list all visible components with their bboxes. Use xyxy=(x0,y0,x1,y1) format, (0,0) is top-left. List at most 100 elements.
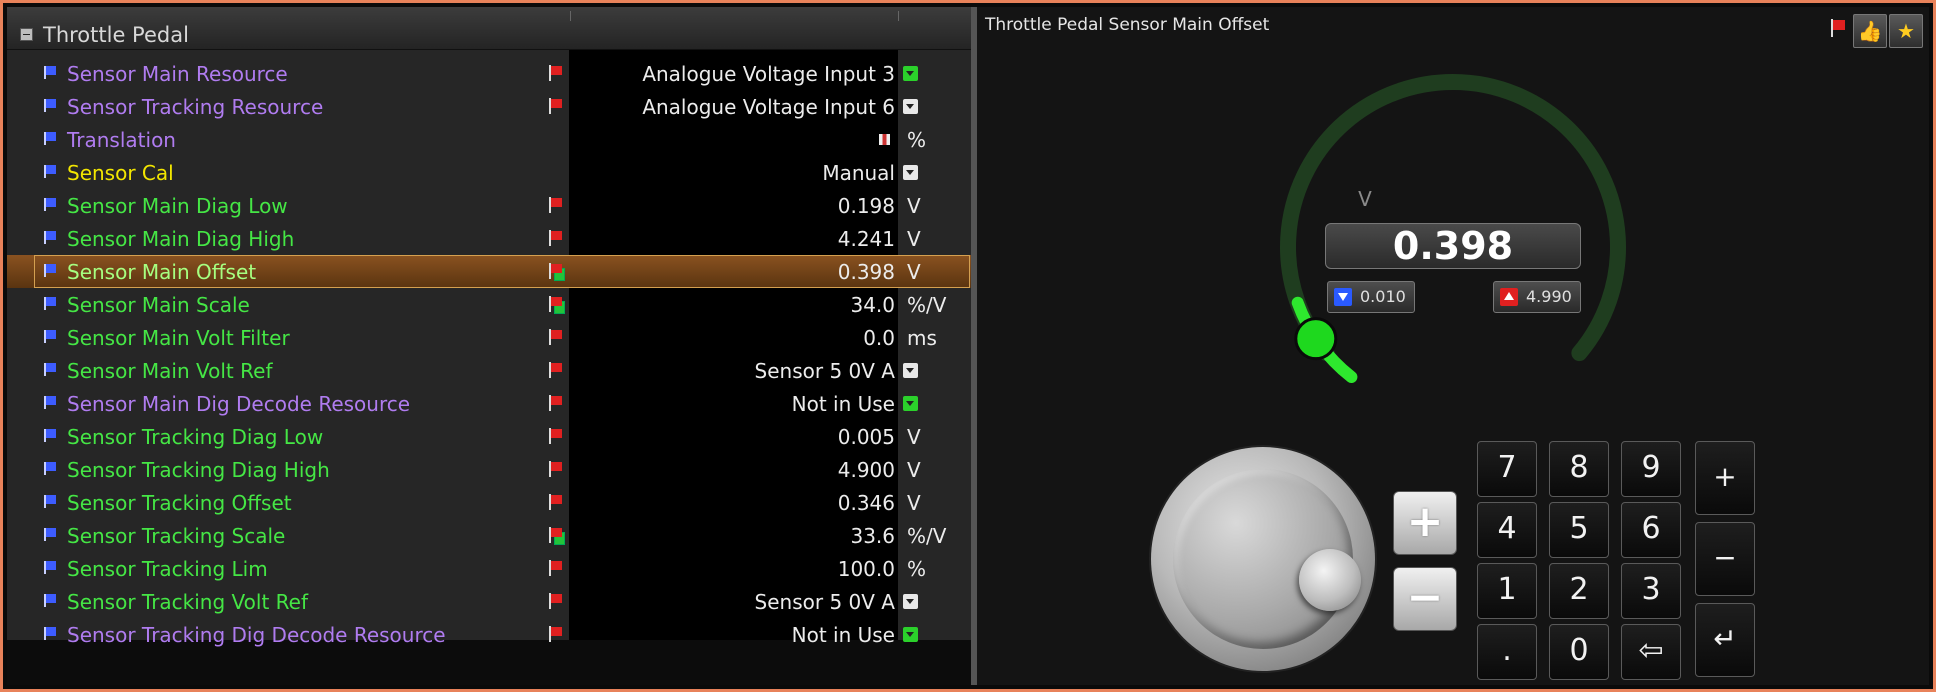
parameter-name: Sensor Tracking Dig Decode Resource xyxy=(67,623,446,647)
parameter-name: Sensor Tracking Offset xyxy=(67,491,292,515)
dropdown-arrow-icon[interactable] xyxy=(903,363,918,378)
max-limit[interactable]: 4.990 xyxy=(1493,281,1581,313)
parameter-value[interactable]: 0.0 xyxy=(863,326,895,350)
parameter-value[interactable]: Sensor 5 0V A xyxy=(755,359,895,383)
parameter-row[interactable]: Sensor Tracking Volt Ref Sensor 5 0V A xyxy=(7,585,971,618)
flag-lock-icon[interactable] xyxy=(549,296,565,314)
flag-icon[interactable] xyxy=(549,428,563,444)
dropdown-arrow-icon[interactable] xyxy=(903,594,918,609)
digit-key-0[interactable]: 0 xyxy=(1549,624,1609,680)
column-separator[interactable] xyxy=(570,11,571,21)
parameter-icon xyxy=(44,66,56,79)
min-arrow-icon xyxy=(1334,288,1352,306)
digit-key-6[interactable]: 6 xyxy=(1621,502,1681,558)
parameter-value[interactable]: 33.6 xyxy=(850,524,895,548)
parameter-row[interactable]: Translation% xyxy=(7,123,971,156)
parameter-value[interactable]: 100.0 xyxy=(838,557,895,581)
dropdown-arrow-icon[interactable] xyxy=(903,66,918,81)
digit-key-3[interactable]: 3 xyxy=(1621,563,1681,619)
parameter-value[interactable]: 4.241 xyxy=(838,227,895,251)
parameter-value[interactable]: 0.398 xyxy=(838,260,895,284)
keypad-minus-key[interactable]: − xyxy=(1695,522,1755,596)
parameter-value[interactable]: Not in Use xyxy=(792,392,895,416)
digit-key-5[interactable]: 5 xyxy=(1549,502,1609,558)
parameter-row[interactable]: Sensor Tracking Lim 100.0% xyxy=(7,552,971,585)
backspace-key[interactable]: ⇦ xyxy=(1621,624,1681,680)
flag-icon[interactable] xyxy=(549,560,563,576)
parameter-value[interactable]: 0.346 xyxy=(838,491,895,515)
dropdown-arrow-icon[interactable] xyxy=(903,99,918,114)
parameter-value[interactable]: 4.900 xyxy=(838,458,895,482)
parameter-row[interactable]: Sensor Tracking Resource Analogue Voltage… xyxy=(7,90,971,123)
parameter-row[interactable]: Sensor Main Dig Decode Resource Not in Us… xyxy=(7,387,971,420)
dropdown-arrow-icon[interactable] xyxy=(903,165,918,180)
parameter-row[interactable]: Sensor Tracking Offset 0.346 V xyxy=(7,486,971,519)
flag-icon[interactable] xyxy=(549,494,563,510)
digit-key-2[interactable]: 2 xyxy=(1549,563,1609,619)
parameter-row[interactable]: Sensor Cal Manual xyxy=(7,156,971,189)
tree-group-header[interactable]: Throttle Pedal xyxy=(7,7,971,50)
parameter-value[interactable]: Sensor 5 0V A xyxy=(755,590,895,614)
max-value: 4.990 xyxy=(1526,287,1572,306)
parameter-value[interactable]: 34.0 xyxy=(850,293,895,317)
column-separator[interactable] xyxy=(898,11,899,21)
decrement-button[interactable]: − xyxy=(1393,567,1457,631)
parameter-row[interactable]: Sensor Main Volt Ref Sensor 5 0V A xyxy=(7,354,971,387)
flag-icon[interactable] xyxy=(549,329,563,345)
parameter-icon xyxy=(44,561,56,574)
decimal-key[interactable]: . xyxy=(1477,624,1537,680)
keypad-plus-key[interactable]: + xyxy=(1695,441,1755,515)
flag-icon[interactable] xyxy=(549,626,563,642)
value-display[interactable]: 0.398 xyxy=(1325,223,1581,269)
parameter-unit: V xyxy=(907,227,921,251)
parameter-value[interactable]: Analogue Voltage Input 3 xyxy=(642,62,895,86)
flag-icon[interactable] xyxy=(549,362,563,378)
digit-key-7[interactable]: 7 xyxy=(1477,441,1537,497)
parameter-row[interactable]: Sensor Tracking Diag High 4.900 V xyxy=(7,453,971,486)
parameter-row[interactable]: Sensor Tracking Dig Decode Resource Not i… xyxy=(7,618,971,651)
adjust-knob[interactable] xyxy=(1151,447,1375,671)
parameter-name: Sensor Tracking Volt Ref xyxy=(67,590,308,614)
lock-icon xyxy=(554,532,565,545)
collapse-icon[interactable] xyxy=(20,28,33,41)
flag-icon[interactable] xyxy=(549,197,563,213)
parameter-row[interactable]: Sensor Main Diag Low 0.198 V xyxy=(7,189,971,222)
digit-key-1[interactable]: 1 xyxy=(1477,563,1537,619)
parameter-value[interactable]: Analogue Voltage Input 6 xyxy=(642,95,895,119)
digit-key-9[interactable]: 9 xyxy=(1621,441,1681,497)
dropdown-arrow-icon[interactable] xyxy=(903,396,918,411)
min-limit[interactable]: 0.010 xyxy=(1327,281,1415,313)
knob-grip[interactable] xyxy=(1299,549,1361,611)
parameter-row[interactable]: Sensor Main Offset 0.398 V xyxy=(7,255,971,288)
flag-icon[interactable] xyxy=(549,98,563,114)
parameter-row[interactable]: Sensor Main Volt Filter 0.0 ms xyxy=(7,321,971,354)
digit-key-4[interactable]: 4 xyxy=(1477,502,1537,558)
parameter-value[interactable]: Not in Use xyxy=(792,623,895,647)
flag-icon[interactable] xyxy=(549,230,563,246)
parameter-tree-panel: Throttle Pedal Sensor Main Resource Analo… xyxy=(7,7,971,685)
parameter-row[interactable]: Sensor Tracking Diag Low 0.005 V xyxy=(7,420,971,453)
digit-key-8[interactable]: 8 xyxy=(1549,441,1609,497)
parameter-unit: V xyxy=(907,260,921,284)
parameter-name: Translation xyxy=(67,128,176,152)
flag-icon[interactable] xyxy=(549,65,563,81)
enter-key[interactable]: ↵ xyxy=(1695,603,1755,677)
parameter-row[interactable]: Sensor Main Diag High 4.241 V xyxy=(7,222,971,255)
flag-icon[interactable] xyxy=(549,461,563,477)
parameter-name: Sensor Cal xyxy=(67,161,174,185)
dropdown-arrow-icon[interactable] xyxy=(903,627,918,642)
flag-icon[interactable] xyxy=(549,395,563,411)
table-icon[interactable] xyxy=(879,134,890,145)
parameter-unit: V xyxy=(907,425,921,449)
parameter-value[interactable]: 0.198 xyxy=(838,194,895,218)
gauge-handle xyxy=(1294,317,1338,361)
flag-lock-icon[interactable] xyxy=(549,263,565,281)
parameter-row[interactable]: Sensor Main Scale 34.0 %/V xyxy=(7,288,971,321)
increment-button[interactable]: + xyxy=(1393,491,1457,555)
parameter-value[interactable]: 0.005 xyxy=(838,425,895,449)
flag-icon[interactable] xyxy=(549,593,563,609)
parameter-row[interactable]: Sensor Main Resource Analogue Voltage Inp… xyxy=(7,57,971,90)
flag-lock-icon[interactable] xyxy=(549,527,565,545)
parameter-row[interactable]: Sensor Tracking Scale 33.6 %/V xyxy=(7,519,971,552)
parameter-value[interactable]: Manual xyxy=(822,161,895,185)
